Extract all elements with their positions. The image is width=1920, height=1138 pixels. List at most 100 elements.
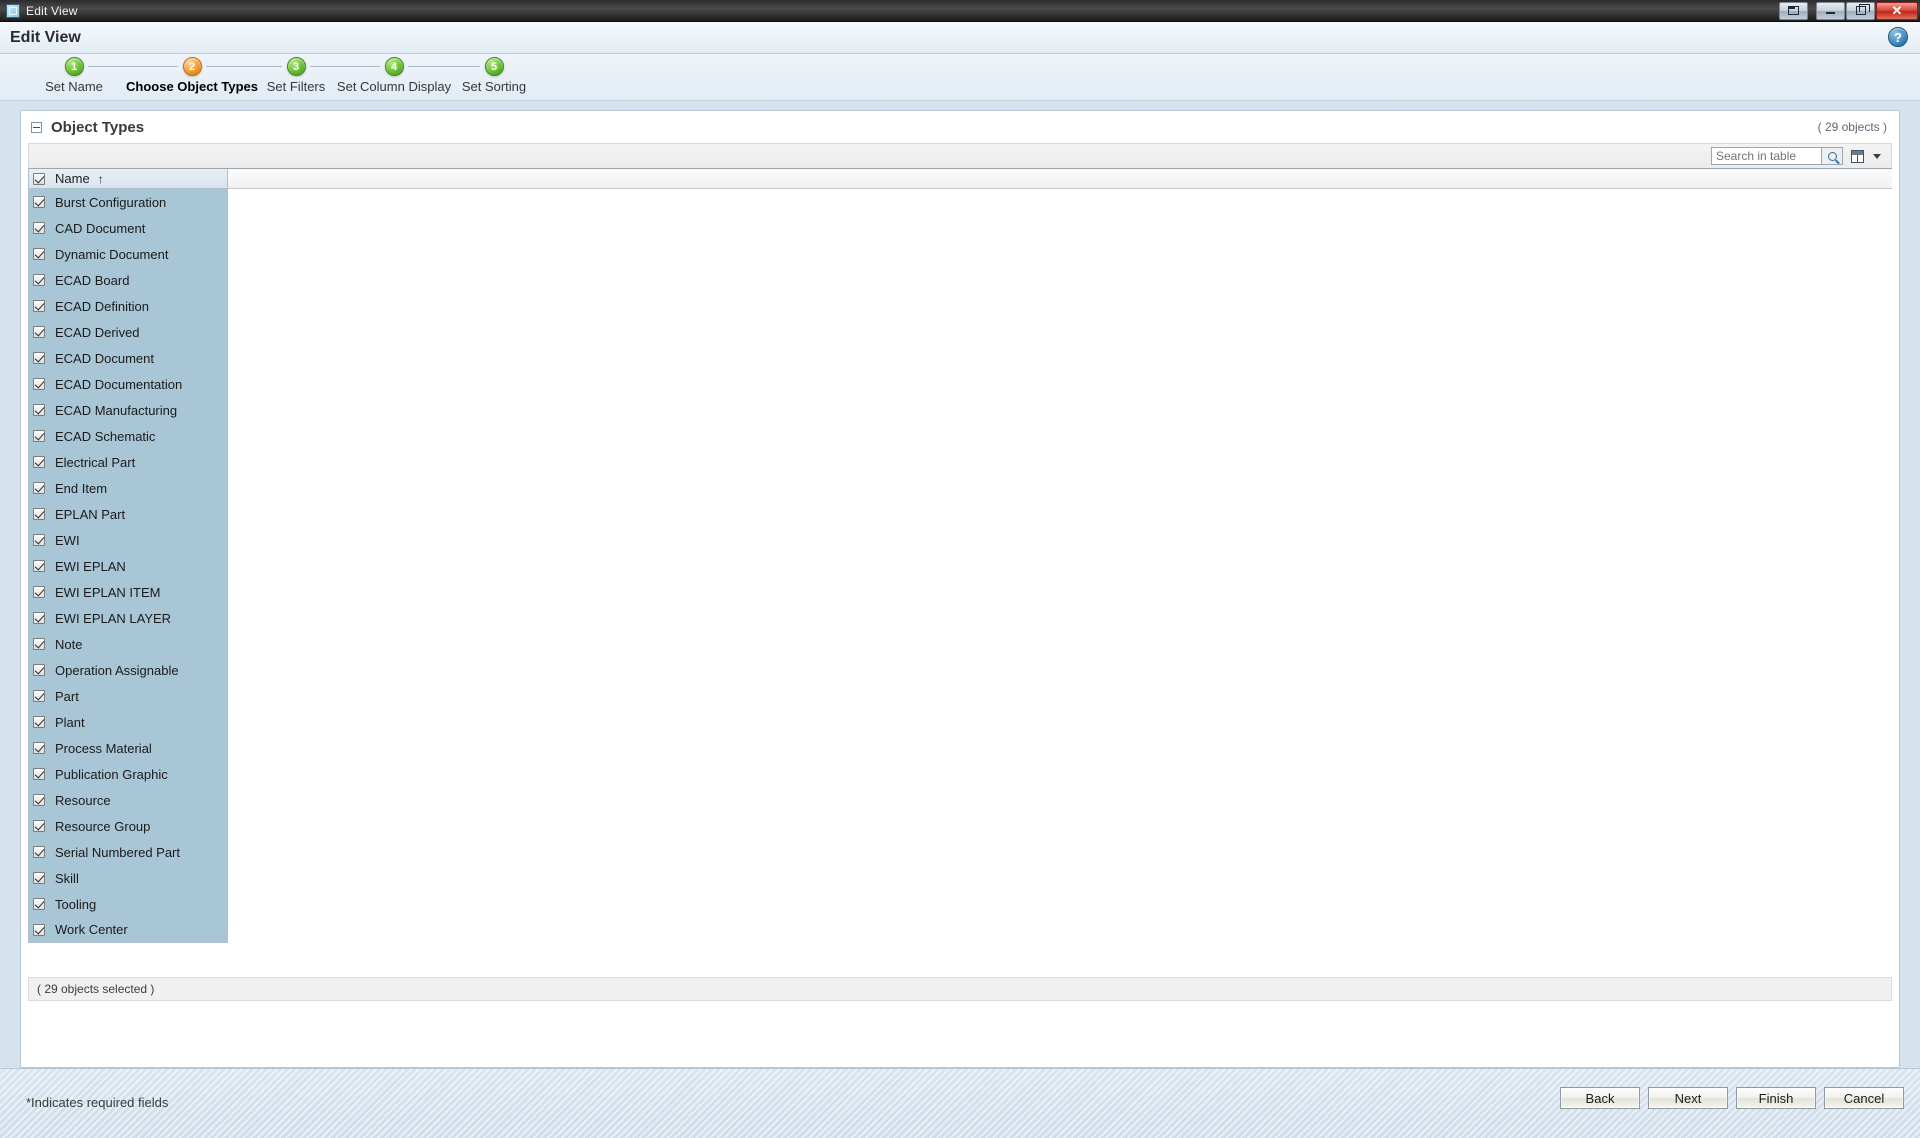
row-label: ECAD Definition <box>55 298 149 314</box>
table-row[interactable]: Process Material <box>28 735 228 761</box>
row-label: Process Material <box>55 740 152 756</box>
table-row[interactable]: Operation Assignable <box>28 657 228 683</box>
table-row[interactable]: EWI EPLAN <box>28 553 228 579</box>
panel-title: Object Types <box>51 118 145 136</box>
next-button[interactable]: Next <box>1648 1087 1728 1109</box>
window-icon <box>6 3 20 18</box>
search-group <box>1711 147 1843 165</box>
minimize-button[interactable] <box>1816 1 1845 20</box>
table-row[interactable]: ECAD Documentation <box>28 371 228 397</box>
row-checkbox[interactable] <box>33 638 45 650</box>
row-checkbox[interactable] <box>33 196 45 208</box>
row-label: ECAD Manufacturing <box>55 402 178 418</box>
wizard-step-label: Set Name <box>45 79 103 94</box>
selected-count-label: ( 29 objects selected ) <box>37 982 155 996</box>
row-checkbox[interactable] <box>33 846 45 858</box>
row-checkbox[interactable] <box>33 274 45 286</box>
back-button[interactable]: Back <box>1560 1087 1640 1109</box>
row-label: End Item <box>55 480 108 496</box>
row-checkbox[interactable] <box>33 300 45 312</box>
sort-ascending-icon[interactable]: ↑ <box>98 172 104 186</box>
select-all-checkbox[interactable] <box>33 172 45 185</box>
table-row[interactable]: Note <box>28 631 228 657</box>
row-checkbox[interactable] <box>33 560 45 572</box>
row-label: EWI EPLAN ITEM <box>55 584 161 600</box>
table-options-button[interactable] <box>1869 147 1885 166</box>
row-checkbox[interactable] <box>33 872 45 884</box>
column-header-name[interactable]: Name <box>55 171 90 186</box>
row-checkbox[interactable] <box>33 898 45 910</box>
row-checkbox[interactable] <box>33 923 45 936</box>
table-row[interactable]: Work Center <box>28 917 228 943</box>
table-row[interactable]: EWI EPLAN ITEM <box>28 579 228 605</box>
row-checkbox[interactable] <box>33 690 45 702</box>
row-checkbox[interactable] <box>33 716 45 728</box>
table-row[interactable]: EWI <box>28 527 228 553</box>
close-button[interactable]: ✕ <box>1876 1 1918 20</box>
row-checkbox[interactable] <box>33 586 45 598</box>
table-row[interactable]: End Item <box>28 475 228 501</box>
search-input[interactable] <box>1711 147 1821 165</box>
cancel-button[interactable]: Cancel <box>1824 1087 1904 1109</box>
table-row[interactable]: Burst Configuration <box>28 189 228 215</box>
table-row[interactable]: ECAD Derived <box>28 319 228 345</box>
row-checkbox[interactable] <box>33 222 45 234</box>
minimize-icon <box>1826 12 1835 14</box>
row-checkbox[interactable] <box>33 378 45 390</box>
row-checkbox[interactable] <box>33 820 45 832</box>
row-checkbox[interactable] <box>33 768 45 780</box>
table-row[interactable]: ECAD Document <box>28 345 228 371</box>
object-types-panel: Object Types ( 29 objects ) Name ↑ Burst… <box>20 110 1900 1068</box>
table-row[interactable]: Resource <box>28 787 228 813</box>
table-row[interactable]: Dynamic Document <box>28 241 228 267</box>
row-checkbox[interactable] <box>33 742 45 754</box>
table-row[interactable]: CAD Document <box>28 215 228 241</box>
table-row[interactable]: ECAD Definition <box>28 293 228 319</box>
page-title: Edit View <box>10 28 81 46</box>
collapse-panel-icon[interactable] <box>31 121 42 133</box>
table-row[interactable]: Plant <box>28 709 228 735</box>
row-checkbox[interactable] <box>33 352 45 364</box>
table-row[interactable]: Part <box>28 683 228 709</box>
finish-button[interactable]: Finish <box>1736 1087 1816 1109</box>
help-icon[interactable]: ? <box>1888 27 1908 47</box>
row-checkbox[interactable] <box>33 326 45 338</box>
row-checkbox[interactable] <box>33 534 45 546</box>
chevron-down-icon <box>1873 153 1881 159</box>
wizard-connector <box>206 66 282 67</box>
table-row[interactable]: Electrical Part <box>28 449 228 475</box>
close-icon: ✕ <box>1891 3 1903 18</box>
row-checkbox[interactable] <box>33 794 45 806</box>
panel-header: Object Types ( 29 objects ) <box>21 111 1899 143</box>
wizard-step-5[interactable]: 5 Set Sorting <box>424 54 564 94</box>
table-row[interactable]: ECAD Schematic <box>28 423 228 449</box>
row-checkbox[interactable] <box>33 456 45 468</box>
table-view-button[interactable] <box>1849 147 1866 166</box>
row-checkbox[interactable] <box>33 612 45 624</box>
table-row[interactable]: EPLAN Part <box>28 501 228 527</box>
row-label: Skill <box>55 870 79 886</box>
search-button[interactable] <box>1821 147 1843 165</box>
restore-down-button[interactable] <box>1779 1 1808 20</box>
table-row[interactable]: ECAD Manufacturing <box>28 397 228 423</box>
row-checkbox[interactable] <box>33 482 45 494</box>
window-controls: ✕ <box>1778 0 1918 22</box>
row-checkbox[interactable] <box>33 508 45 520</box>
row-checkbox[interactable] <box>33 664 45 676</box>
table-row[interactable]: Tooling <box>28 891 228 917</box>
row-label: Dynamic Document <box>55 246 169 262</box>
table-row[interactable]: EWI EPLAN LAYER <box>28 605 228 631</box>
table-toolbar <box>28 143 1892 169</box>
row-label: Work Center <box>55 922 128 937</box>
table-row[interactable]: Serial Numbered Part <box>28 839 228 865</box>
table-row[interactable]: Publication Graphic <box>28 761 228 787</box>
row-checkbox[interactable] <box>33 404 45 416</box>
table-row[interactable]: Resource Group <box>28 813 228 839</box>
row-checkbox[interactable] <box>33 430 45 442</box>
maximize-button[interactable] <box>1846 1 1875 20</box>
row-label: Serial Numbered Part <box>55 844 180 860</box>
table-row[interactable]: ECAD Board <box>28 267 228 293</box>
table-row[interactable]: Skill <box>28 865 228 891</box>
table-header-empty-area <box>228 169 1892 189</box>
row-checkbox[interactable] <box>33 248 45 260</box>
